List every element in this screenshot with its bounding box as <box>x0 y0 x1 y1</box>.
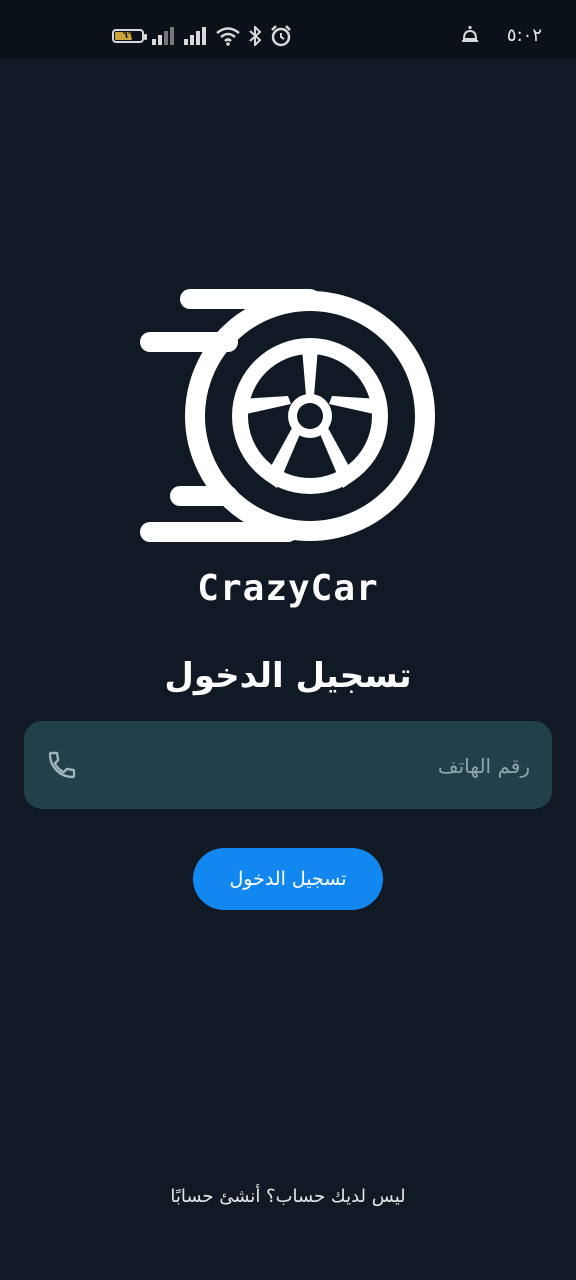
battery-level: ٦٦ <box>122 31 134 41</box>
alarm-icon <box>271 25 291 47</box>
wheel-speed-icon <box>140 289 435 542</box>
bluetooth-icon <box>249 26 262 46</box>
phone-input[interactable] <box>128 721 532 811</box>
status-icons: ٦٦ <box>112 24 292 48</box>
signup-link[interactable]: ليس لديك حساب؟ أنشئ حسابًا <box>0 1186 576 1207</box>
notification-icon <box>461 25 478 42</box>
signal-icon <box>184 27 206 45</box>
wifi-icon <box>216 27 240 46</box>
phone-field[interactable] <box>24 721 552 811</box>
app-logo <box>138 286 438 546</box>
signal-icon <box>152 27 174 45</box>
status-time: ٥:٠٢ <box>506 24 542 46</box>
battery-icon: ٦٦ <box>112 29 147 43</box>
status-bar: ٦٦ ٥:٠٢ <box>0 0 576 58</box>
status-right: ٥:٠٢ <box>461 22 542 48</box>
app-name: CrazyCar <box>197 568 379 609</box>
page-title: تسجيل الدخول <box>164 656 412 696</box>
phone-icon <box>48 751 76 779</box>
login-button[interactable]: تسجيل الدخول <box>193 848 383 910</box>
